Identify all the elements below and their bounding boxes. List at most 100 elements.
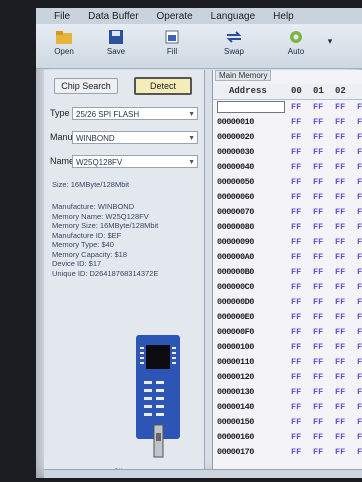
- byte-cell[interactable]: FF: [291, 282, 301, 292]
- byte-cell[interactable]: FF: [313, 312, 323, 322]
- swap-button[interactable]: Swap: [212, 26, 256, 66]
- byte-cell[interactable]: FF: [335, 222, 345, 232]
- byte-cell[interactable]: FF: [313, 342, 323, 352]
- memory-row[interactable]: 00000020 FF FF FF FF: [213, 130, 362, 145]
- byte-cell[interactable]: FF: [291, 162, 301, 172]
- byte-cell[interactable]: FF: [291, 342, 301, 352]
- byte-cell[interactable]: FF: [357, 192, 362, 202]
- memory-row[interactable]: 00000090 FF FF FF FF: [213, 235, 362, 250]
- byte-cell[interactable]: FF: [291, 252, 301, 262]
- byte-cell[interactable]: FF: [291, 357, 301, 367]
- byte-cell[interactable]: FF: [313, 237, 323, 247]
- byte-cell[interactable]: FF: [335, 192, 345, 202]
- byte-cell[interactable]: FF: [335, 357, 345, 367]
- memory-row[interactable]: 00000010 FF FF FF FF: [213, 115, 362, 130]
- byte-cell[interactable]: FF: [313, 117, 323, 127]
- byte-cell[interactable]: FF: [335, 237, 345, 247]
- memory-row[interactable]: 000000D0 FF FF FF FF: [213, 295, 362, 310]
- memory-row[interactable]: 000000C0 FF FF FF FF: [213, 280, 362, 295]
- chip-search-button[interactable]: Chip Search: [54, 78, 118, 94]
- byte-cell[interactable]: FF: [335, 102, 345, 112]
- memory-row[interactable]: 000000F0 FF FF FF FF: [213, 325, 362, 340]
- byte-cell[interactable]: FF: [335, 267, 345, 277]
- byte-cell[interactable]: FF: [335, 447, 345, 457]
- byte-cell[interactable]: FF: [357, 357, 362, 367]
- byte-cell[interactable]: FF: [291, 132, 301, 142]
- byte-cell[interactable]: FF: [291, 102, 301, 112]
- memory-row[interactable]: 000000E0 FF FF FF FF: [213, 310, 362, 325]
- menu-file[interactable]: File: [54, 11, 70, 22]
- byte-cell[interactable]: FF: [335, 387, 345, 397]
- fill-button[interactable]: Fill: [150, 26, 194, 66]
- memory-row[interactable]: 00000000 FF FF FF FF: [213, 100, 362, 115]
- byte-cell[interactable]: FF: [313, 267, 323, 277]
- byte-cell[interactable]: FF: [357, 297, 362, 307]
- byte-cell[interactable]: FF: [357, 117, 362, 127]
- menu-help[interactable]: Help: [273, 11, 294, 22]
- byte-cell[interactable]: FF: [313, 372, 323, 382]
- memory-row[interactable]: 000000B0 FF FF FF FF: [213, 265, 362, 280]
- byte-cell[interactable]: FF: [357, 132, 362, 142]
- memory-row[interactable]: 00000070 FF FF FF FF: [213, 205, 362, 220]
- byte-cell[interactable]: FF: [335, 417, 345, 427]
- save-button[interactable]: Save: [94, 26, 138, 66]
- menu-language[interactable]: Language: [211, 11, 256, 22]
- byte-cell[interactable]: FF: [291, 147, 301, 157]
- byte-cell[interactable]: FF: [291, 312, 301, 322]
- byte-cell[interactable]: FF: [291, 267, 301, 277]
- byte-cell[interactable]: FF: [291, 117, 301, 127]
- byte-cell[interactable]: FF: [291, 417, 301, 427]
- manu-select[interactable]: WINBOND ▼: [72, 130, 198, 144]
- open-button[interactable]: Open: [42, 26, 86, 66]
- byte-cell[interactable]: FF: [313, 387, 323, 397]
- detect-button[interactable]: Detect: [134, 77, 192, 95]
- byte-cell[interactable]: FF: [335, 402, 345, 412]
- memory-row[interactable]: 00000050 FF FF FF FF: [213, 175, 362, 190]
- memory-row[interactable]: 00000110 FF FF FF FF: [213, 355, 362, 370]
- byte-cell[interactable]: FF: [291, 402, 301, 412]
- byte-cell[interactable]: FF: [291, 372, 301, 382]
- byte-cell[interactable]: FF: [357, 207, 362, 217]
- memory-row[interactable]: 00000030 FF FF FF FF: [213, 145, 362, 160]
- byte-cell[interactable]: FF: [313, 282, 323, 292]
- byte-cell[interactable]: FF: [291, 192, 301, 202]
- byte-cell[interactable]: FF: [313, 402, 323, 412]
- menu-data-buffer[interactable]: Data Buffer: [88, 11, 138, 22]
- byte-cell[interactable]: FF: [357, 387, 362, 397]
- byte-cell[interactable]: FF: [357, 222, 362, 232]
- byte-cell[interactable]: FF: [357, 252, 362, 262]
- byte-cell[interactable]: FF: [357, 417, 362, 427]
- byte-cell[interactable]: FF: [313, 147, 323, 157]
- byte-cell[interactable]: FF: [291, 447, 301, 457]
- byte-cell[interactable]: FF: [357, 312, 362, 322]
- byte-cell[interactable]: FF: [291, 432, 301, 442]
- byte-cell[interactable]: FF: [357, 102, 362, 112]
- byte-cell[interactable]: FF: [313, 432, 323, 442]
- byte-cell[interactable]: FF: [313, 327, 323, 337]
- byte-cell[interactable]: FF: [335, 147, 345, 157]
- memory-row[interactable]: 00000080 FF FF FF FF: [213, 220, 362, 235]
- byte-cell[interactable]: FF: [335, 342, 345, 352]
- type-select[interactable]: 25/26 SPI FLASH ▼: [72, 106, 198, 120]
- byte-cell[interactable]: FF: [291, 237, 301, 247]
- byte-cell[interactable]: FF: [291, 327, 301, 337]
- byte-cell[interactable]: FF: [357, 447, 362, 457]
- byte-cell[interactable]: FF: [291, 387, 301, 397]
- byte-cell[interactable]: FF: [313, 447, 323, 457]
- byte-cell[interactable]: FF: [313, 162, 323, 172]
- byte-cell[interactable]: FF: [313, 252, 323, 262]
- byte-cell[interactable]: FF: [291, 222, 301, 232]
- byte-cell[interactable]: FF: [335, 372, 345, 382]
- byte-cell[interactable]: FF: [335, 207, 345, 217]
- byte-cell[interactable]: FF: [357, 237, 362, 247]
- byte-cell[interactable]: FF: [335, 312, 345, 322]
- byte-cell[interactable]: FF: [291, 297, 301, 307]
- memory-row[interactable]: 000000A0 FF FF FF FF: [213, 250, 362, 265]
- auto-button[interactable]: Auto: [274, 26, 318, 66]
- byte-cell[interactable]: FF: [313, 357, 323, 367]
- byte-cell[interactable]: FF: [313, 192, 323, 202]
- memory-row[interactable]: 00000170 FF FF FF FF: [213, 445, 362, 460]
- byte-cell[interactable]: FF: [357, 432, 362, 442]
- byte-cell[interactable]: FF: [357, 162, 362, 172]
- byte-cell[interactable]: FF: [313, 222, 323, 232]
